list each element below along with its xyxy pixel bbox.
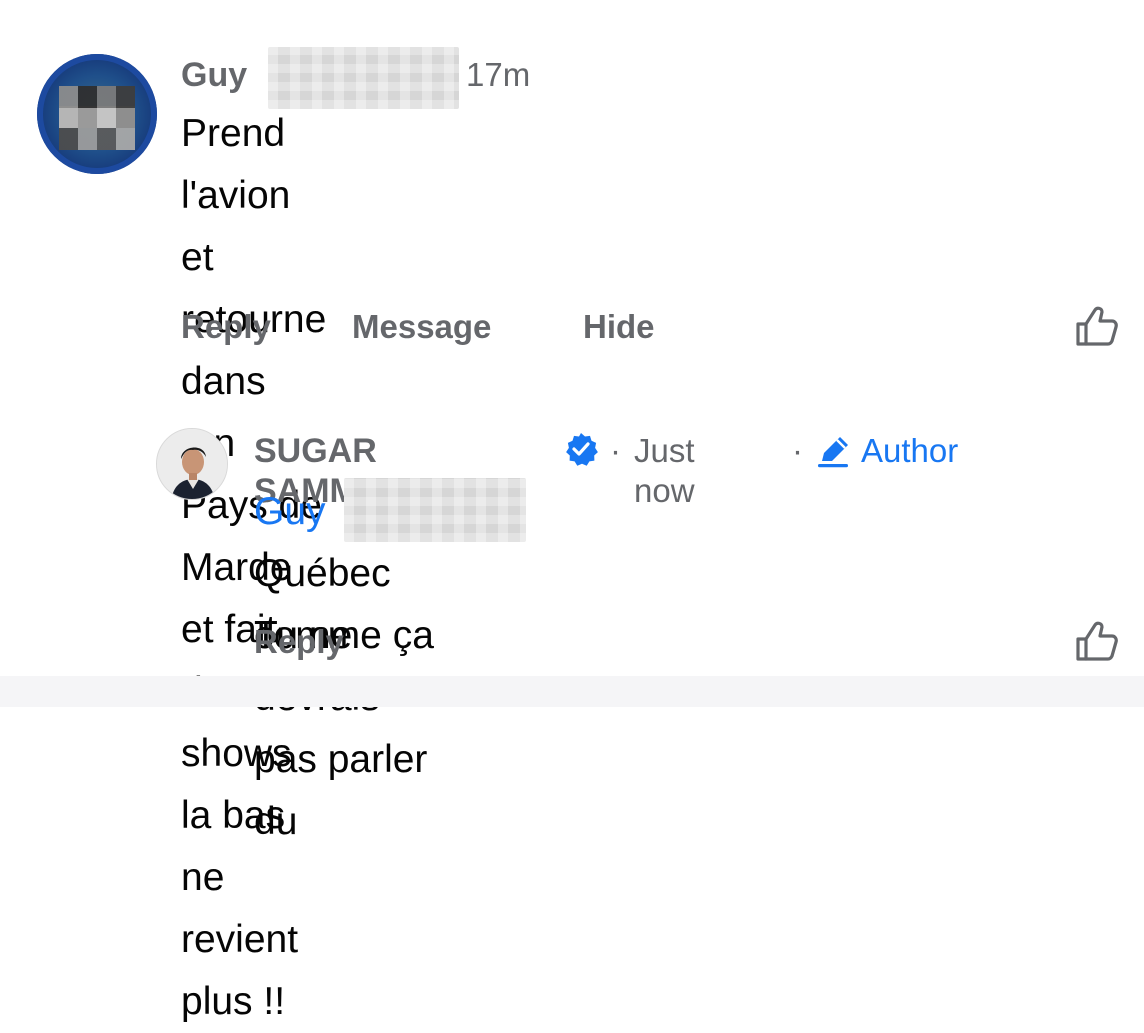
avatar-pixelation xyxy=(59,128,135,150)
comment-actions: Reply xyxy=(181,307,271,347)
verified-badge-icon xyxy=(566,433,598,466)
reply-actions: Reply xyxy=(254,622,344,662)
bottom-divider xyxy=(0,676,1144,707)
commenter-name[interactable]: Guy xyxy=(181,55,247,95)
comment-actions: Message xyxy=(352,307,491,347)
pencil-icon xyxy=(818,437,848,468)
hide-button[interactable]: Hide xyxy=(583,307,655,347)
message-button[interactable]: Message xyxy=(352,307,491,347)
person-portrait-icon xyxy=(157,429,227,499)
reply-button[interactable]: Reply xyxy=(254,622,344,662)
meta-separator: · xyxy=(610,432,621,469)
thumbs-up-icon[interactable] xyxy=(1074,302,1122,350)
commenter-avatar[interactable] xyxy=(37,54,157,174)
meta-separator: · xyxy=(792,432,803,469)
comment-text-line: plus !! xyxy=(181,980,286,1023)
author-badge: Author xyxy=(861,432,959,469)
avatar-pixelation xyxy=(59,106,135,128)
author-avatar[interactable] xyxy=(156,428,228,500)
comment-actions: Hide xyxy=(583,307,655,347)
comment-timestamp[interactable]: 17m xyxy=(466,55,530,95)
reply-timestamp[interactable]: Just now xyxy=(634,431,695,511)
redacted-surname xyxy=(268,47,459,109)
thumbs-up-icon[interactable] xyxy=(1074,617,1122,665)
mention-link[interactable]: Guy xyxy=(254,490,326,533)
redacted-surname xyxy=(344,478,526,542)
avatar-pixelation xyxy=(59,86,135,108)
reply-button[interactable]: Reply xyxy=(181,307,271,347)
